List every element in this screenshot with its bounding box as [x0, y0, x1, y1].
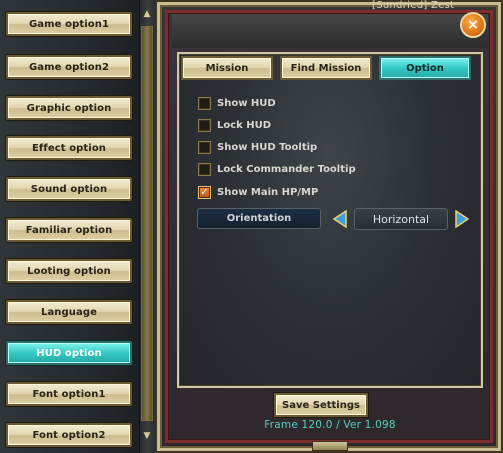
- orientation-next-button[interactable]: [453, 208, 471, 229]
- tab-option[interactable]: Option: [379, 56, 471, 80]
- show-hud-label: Show HUD: [217, 97, 276, 109]
- option-lock-commander-tooltip[interactable]: Lock Commander Tooltip: [198, 161, 356, 177]
- menu-familiar-option-button[interactable]: Familiar option: [6, 218, 132, 242]
- lock-commander-tooltip-checkbox[interactable]: [198, 162, 211, 176]
- lock-commander-tooltip-label: Lock Commander Tooltip: [217, 163, 356, 175]
- show-hud-tooltip-label: Show HUD Tooltip: [217, 141, 318, 153]
- menu-looting-option-button[interactable]: Looting option: [6, 259, 132, 283]
- option-lock-hud[interactable]: Lock HUD: [198, 117, 271, 133]
- character-name-label: [Sundried] Zest: [372, 0, 455, 11]
- lock-hud-label: Lock HUD: [217, 119, 272, 131]
- option-show-main-hp-mp[interactable]: ✓ Show Main HP/MP: [198, 184, 318, 200]
- option-category-list: Game option1 Game option2 Graphic option…: [0, 0, 160, 453]
- menu-font-option2-button[interactable]: Font option2: [6, 423, 132, 447]
- arrow-left-icon: [332, 209, 347, 228]
- orientation-value: Horizontal: [354, 208, 448, 230]
- orientation-label: Orientation: [197, 208, 321, 229]
- menu-language-button[interactable]: Language: [6, 300, 132, 324]
- tab-mission[interactable]: Mission: [181, 56, 273, 80]
- show-main-hp-mp-checkbox[interactable]: ✓: [198, 185, 211, 199]
- window-bottom-handle: [312, 441, 348, 451]
- option-show-hud[interactable]: Show HUD: [198, 95, 276, 111]
- window-title-band: [172, 14, 488, 48]
- scroll-down-arrow-icon[interactable]: ▼: [141, 430, 153, 442]
- close-button[interactable]: ×: [460, 12, 486, 38]
- show-hud-checkbox[interactable]: [198, 96, 211, 110]
- close-icon: ×: [467, 17, 479, 33]
- tab-find-mission[interactable]: Find Mission: [280, 56, 372, 80]
- menu-game-option1-button[interactable]: Game option1: [6, 12, 132, 36]
- menu-effect-option-button[interactable]: Effect option: [6, 136, 132, 160]
- menu-game-option2-button[interactable]: Game option2: [6, 55, 132, 79]
- menu-font-option1-button[interactable]: Font option1: [6, 382, 132, 406]
- menu-graphic-option-button[interactable]: Graphic option: [6, 96, 132, 120]
- lock-hud-checkbox[interactable]: [198, 118, 211, 132]
- save-settings-button[interactable]: Save Settings: [274, 393, 368, 417]
- arrow-right-icon: [455, 209, 470, 228]
- show-main-hp-mp-label: Show Main HP/MP: [217, 186, 319, 198]
- checkmark-icon: ✓: [200, 186, 209, 198]
- menu-sound-option-button[interactable]: Sound option: [6, 177, 132, 201]
- version-text: Frame 120.0 / Ver 1.098: [264, 419, 396, 431]
- show-hud-tooltip-checkbox[interactable]: [198, 140, 211, 154]
- menu-hud-option-button[interactable]: HUD option: [6, 341, 132, 365]
- option-show-hud-tooltip[interactable]: Show HUD Tooltip: [198, 139, 317, 155]
- orientation-prev-button[interactable]: [331, 208, 349, 229]
- scroll-up-arrow-icon[interactable]: ▲: [141, 8, 153, 20]
- scrollbar-thumb[interactable]: [141, 26, 153, 421]
